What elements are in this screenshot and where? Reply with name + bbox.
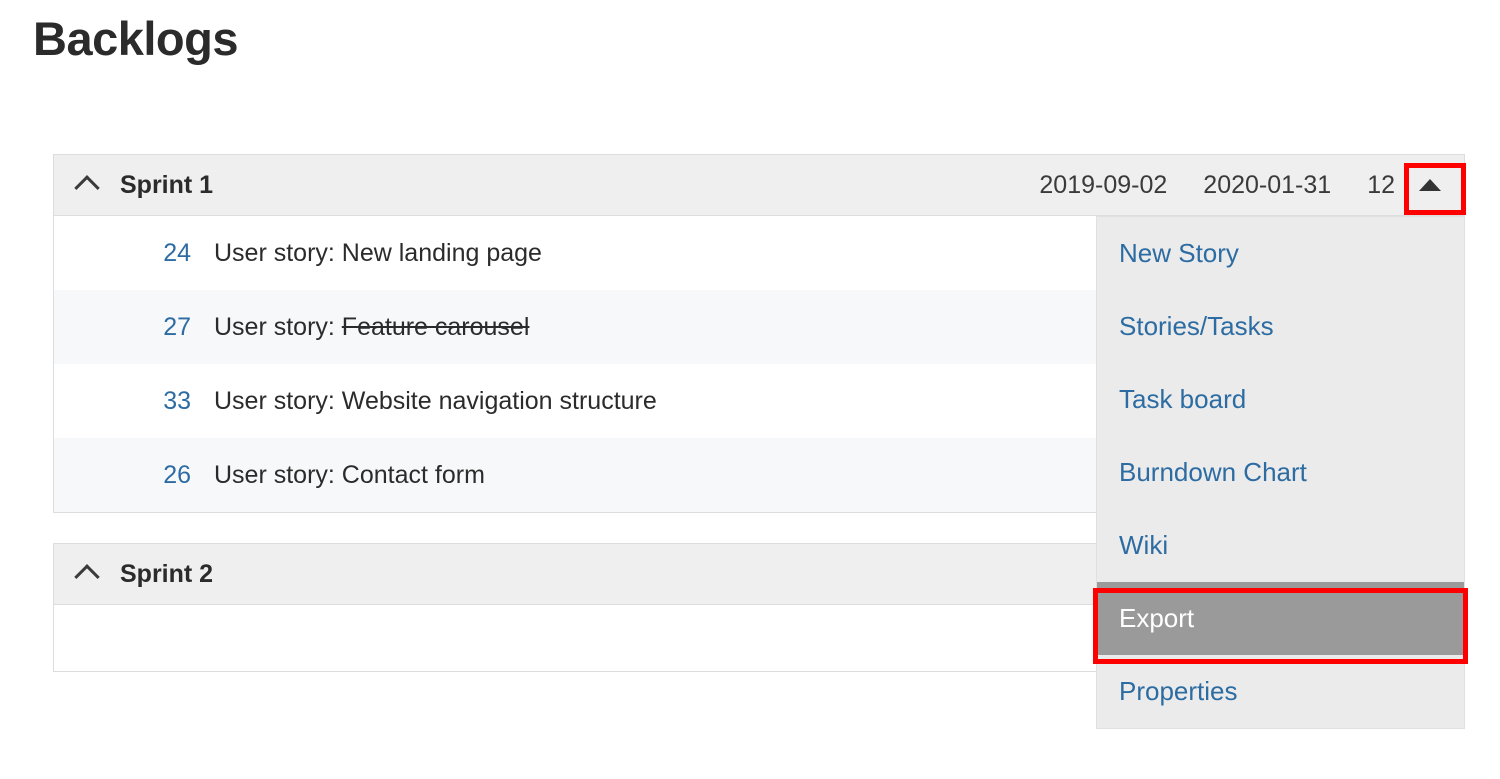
sprint-1-collapse-toggle[interactable] xyxy=(54,155,120,215)
page-title: Backlogs xyxy=(33,12,238,65)
menu-item-burndown-chart[interactable]: Burndown Chart xyxy=(1097,436,1464,509)
story-id-link[interactable]: 26 xyxy=(54,461,214,490)
sprint-context-menu: New Story Stories/Tasks Task board Burnd… xyxy=(1096,216,1465,729)
story-title-text: Contact form xyxy=(341,460,485,489)
chevron-up-icon xyxy=(74,175,100,201)
sprint-1-menu-toggle-button[interactable] xyxy=(1405,163,1455,207)
story-title-prefix: User story: xyxy=(214,460,342,489)
story-title-text: Feature carousel xyxy=(341,312,530,341)
caret-up-icon xyxy=(1419,179,1441,191)
story-title: User story: Feature carousel xyxy=(214,313,529,342)
sprint-1-start-date: 2019-09-02 xyxy=(1039,170,1168,199)
story-title-prefix: User story: xyxy=(214,312,342,341)
menu-item-export[interactable]: Export xyxy=(1097,582,1464,655)
sprint-1-count: 12 xyxy=(1367,170,1395,199)
story-title-prefix: User story: xyxy=(214,238,342,267)
menu-item-wiki[interactable]: Wiki xyxy=(1097,509,1464,582)
menu-item-stories-tasks[interactable]: Stories/Tasks xyxy=(1097,290,1464,363)
story-id-link[interactable]: 24 xyxy=(54,239,214,268)
story-title-prefix: User story: xyxy=(214,386,342,415)
story-title: User story: Contact form xyxy=(214,461,485,490)
sprint-2-collapse-toggle[interactable] xyxy=(54,544,120,604)
menu-item-task-board[interactable]: Task board xyxy=(1097,363,1464,436)
menu-item-new-story[interactable]: New Story xyxy=(1097,217,1464,290)
story-title: User story: Website navigation structure xyxy=(214,387,657,416)
story-title-text: Website navigation structure xyxy=(341,386,657,415)
menu-item-properties[interactable]: Properties xyxy=(1097,655,1464,728)
chevron-up-icon xyxy=(74,564,100,590)
story-title-text: New landing page xyxy=(341,238,542,267)
sprint-1-meta: 2019-09-02 2020-01-31 12 xyxy=(1021,171,1405,200)
sprint-1-end-date: 2020-01-31 xyxy=(1203,170,1332,199)
story-id-link[interactable]: 33 xyxy=(54,387,214,416)
story-title: User story: New landing page xyxy=(214,239,542,268)
sprint-1-header-row: Sprint 1 2019-09-02 2020-01-31 12 xyxy=(54,155,1466,216)
sprint-1-name: Sprint 1 xyxy=(120,170,214,199)
story-id-link[interactable]: 27 xyxy=(54,313,214,342)
